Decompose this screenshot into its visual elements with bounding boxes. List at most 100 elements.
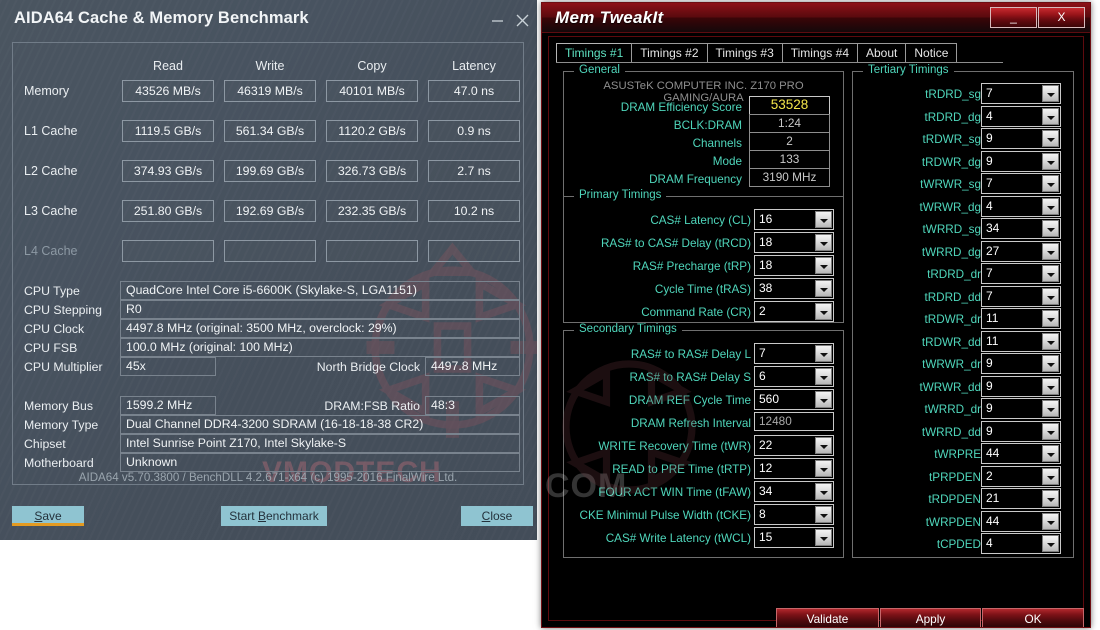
combo-trdrd_dr[interactable]: 7 [981,263,1061,284]
save-button[interactable]: Save [12,506,84,526]
chevron-down-icon[interactable] [815,506,832,523]
close-button[interactable]: X [1038,7,1085,28]
tab-timings-4[interactable]: Timings #4 [782,43,858,63]
chevron-down-icon[interactable] [1042,153,1059,170]
combo-trdwr_dg[interactable]: 9 [981,151,1061,172]
primary-timings-group-label: Primary Timings [574,189,666,201]
tab-timings-1[interactable]: Timings #1 [556,43,632,63]
ok-button[interactable]: OK [982,608,1084,628]
combo-cke-minimul-pulse-width[interactable]: 8 [754,504,834,525]
column-header-copy: Copy [326,59,418,73]
combo-ras-to-ras-delay-s[interactable]: 6 [754,366,834,387]
chevron-down-icon[interactable] [1042,265,1059,282]
chevron-down-icon[interactable] [815,437,832,454]
chevron-down-icon[interactable] [1042,490,1059,507]
combo-twrrd_sg[interactable]: 34 [981,218,1061,239]
tab-timings-3[interactable]: Timings #3 [707,43,783,63]
combo-ras-to-cas-delay-value: 18 [755,233,772,252]
combo-cas-latency[interactable]: 16 [754,209,834,230]
chevron-down-icon[interactable] [815,460,832,477]
label-bclk-dram: BCLK:DRAM [674,117,742,135]
chevron-down-icon[interactable] [815,280,832,297]
combo-ras-to-ras-delay-l[interactable]: 7 [754,343,834,364]
label-ras-precharge: RAS# Precharge (tRP) [633,258,751,276]
combo-trdwr_dd[interactable]: 11 [981,331,1061,352]
chevron-down-icon[interactable] [815,529,832,546]
combo-read-to-pre-time[interactable]: 12 [754,458,834,479]
combo-twrwr_dg[interactable]: 4 [981,196,1061,217]
combo-trdrd_dg[interactable]: 4 [981,106,1061,127]
primary-timings-group: Primary Timings CAS# Latency (CL) 16 RAS… [563,196,844,323]
combo-ras-to-cas-delay[interactable]: 18 [754,232,834,253]
chevron-down-icon[interactable] [1042,400,1059,417]
tab-about[interactable]: About [857,43,906,63]
combo-dram-ref-cycle-time[interactable]: 560 [754,389,834,410]
combo-command-rate[interactable]: 2 [754,301,834,322]
chevron-down-icon[interactable] [1042,355,1059,372]
cell-l2-copy: 326.73 GB/s [326,160,418,182]
combo-twrrd_dg[interactable]: 27 [981,241,1061,262]
label-trdwr_dg: tRDWR_dg [922,154,981,172]
combo-cycle-time[interactable]: 38 [754,278,834,299]
combo-ras-precharge[interactable]: 18 [754,255,834,276]
chevron-down-icon[interactable] [815,483,832,500]
label-cpu-stepping: CPU Stepping [24,303,102,317]
combo-trdrd_sg[interactable]: 7 [981,83,1061,104]
chevron-down-icon[interactable] [1042,220,1059,237]
cell-l3-copy: 232.35 GB/s [326,200,418,222]
combo-twrpre[interactable]: 44 [981,443,1061,464]
combo-trdwr_sg[interactable]: 9 [981,128,1061,149]
combo-write-recovery-time[interactable]: 22 [754,435,834,456]
chevron-down-icon[interactable] [1042,535,1059,552]
close-button[interactable] [509,8,535,32]
cell-memory-read: 43526 MB/s [122,80,214,102]
combo-trdrd_dd[interactable]: 7 [981,286,1061,307]
combo-twrrd_dd[interactable]: 9 [981,421,1061,442]
chevron-down-icon[interactable] [1042,423,1059,440]
combo-twrpden[interactable]: 44 [981,511,1061,532]
chevron-down-icon[interactable] [815,391,832,408]
combo-four-act-win-time[interactable]: 34 [754,481,834,502]
chevron-down-icon[interactable] [815,345,832,362]
chevron-down-icon[interactable] [815,303,832,320]
combo-tprpden[interactable]: 2 [981,466,1061,487]
minimize-button[interactable] [484,8,510,32]
combo-tcpded[interactable]: 4 [981,533,1061,554]
combo-twrwr_dd-value: 9 [982,377,993,396]
combo-twrwr_dr[interactable]: 9 [981,353,1061,374]
chevron-down-icon[interactable] [815,234,832,251]
chevron-down-icon[interactable] [1042,445,1059,462]
chevron-down-icon[interactable] [1042,198,1059,215]
cell-l3-latency: 10.2 ns [428,200,520,222]
minimize-button[interactable]: _ [990,7,1037,28]
chevron-down-icon[interactable] [1042,243,1059,260]
chevron-down-icon[interactable] [1042,85,1059,102]
combo-cas-write-latency[interactable]: 15 [754,527,834,548]
combo-trdpden[interactable]: 21 [981,488,1061,509]
chevron-down-icon[interactable] [815,257,832,274]
combo-twrwr_dd[interactable]: 9 [981,376,1061,397]
combo-trdwr_dr[interactable]: 11 [981,308,1061,329]
chevron-down-icon[interactable] [1042,175,1059,192]
label-twrpden: tWRPDEN [926,514,981,532]
chevron-down-icon[interactable] [815,211,832,228]
close-dialog-button[interactable]: Close [461,506,533,526]
cell-l3-write: 192.69 GB/s [224,200,316,222]
start-benchmark-button[interactable]: Start Benchmark [221,506,327,526]
chevron-down-icon[interactable] [1042,130,1059,147]
chevron-down-icon[interactable] [1042,378,1059,395]
value-cpu-type: QuadCore Intel Core i5-6600K (Skylake-S,… [120,281,520,300]
chevron-down-icon[interactable] [1042,288,1059,305]
chevron-down-icon[interactable] [1042,108,1059,125]
validate-button[interactable]: Validate [776,608,879,628]
tab-notice[interactable]: Notice [905,43,957,63]
combo-twrwr_sg[interactable]: 7 [981,173,1061,194]
chevron-down-icon[interactable] [1042,333,1059,350]
combo-twrrd_dr[interactable]: 9 [981,398,1061,419]
chevron-down-icon[interactable] [1042,513,1059,530]
apply-button[interactable]: Apply [880,608,981,628]
chevron-down-icon[interactable] [815,368,832,385]
chevron-down-icon[interactable] [1042,310,1059,327]
tab-timings-2[interactable]: Timings #2 [631,43,707,63]
chevron-down-icon[interactable] [1042,468,1059,485]
